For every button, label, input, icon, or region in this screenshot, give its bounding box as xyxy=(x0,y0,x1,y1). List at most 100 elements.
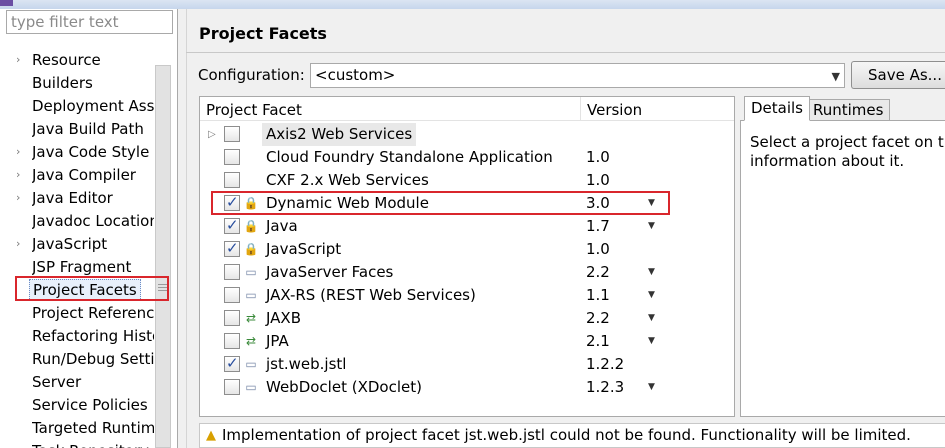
status-message: Implementation of project facet jst.web.… xyxy=(222,426,911,444)
facet-version: 1.0 xyxy=(586,171,610,189)
tree-item[interactable]: Java Editor xyxy=(32,187,154,209)
tree-item[interactable]: Java Compiler xyxy=(32,164,154,186)
tree-item[interactable]: Server xyxy=(32,371,154,393)
facet-version[interactable]: 2.2 xyxy=(586,307,610,330)
facet-row[interactable]: ⇄ JAXB 2.2 ▼ xyxy=(200,307,734,330)
facet-checkbox[interactable] xyxy=(224,333,240,349)
facet-checkbox[interactable] xyxy=(224,172,240,188)
filter-input[interactable] xyxy=(7,11,172,33)
tree-item[interactable]: Resource xyxy=(32,49,154,71)
facet-name: JavaServer Faces xyxy=(266,263,394,281)
tree-item[interactable]: Builders xyxy=(32,72,154,94)
expand-icon[interactable]: ▷ xyxy=(208,123,216,146)
configuration-combo[interactable]: <custom> ▼ xyxy=(310,63,845,88)
facet-row[interactable]: Cloud Foundry Standalone Application 1.0 xyxy=(200,146,734,169)
configuration-label: Configuration: xyxy=(198,66,305,84)
facet-checkbox[interactable] xyxy=(224,287,240,303)
details-text-line: information about it. xyxy=(750,152,905,170)
tree-item[interactable]: Targeted Runtimes xyxy=(32,417,154,439)
facet-row[interactable]: CXF 2.x Web Services 1.0 xyxy=(200,169,734,192)
facet-checkbox[interactable] xyxy=(224,126,240,142)
version-dropdown-icon[interactable]: ▼ xyxy=(648,261,655,284)
tree-item[interactable]: JSP Fragment xyxy=(32,256,154,278)
chevron-down-icon[interactable]: ▼ xyxy=(832,65,840,88)
facet-name: WebDoclet (XDoclet) xyxy=(266,378,422,396)
facet-name: JavaScript xyxy=(266,240,342,258)
column-header-version[interactable]: Version xyxy=(587,101,642,119)
facet-row[interactable]: ⇄ JPA 2.1 ▼ xyxy=(200,330,734,353)
version-dropdown-icon[interactable]: ▼ xyxy=(648,330,655,353)
tree-item[interactable]: Java Build Path xyxy=(32,118,154,140)
expand-arrow-icon[interactable]: › xyxy=(16,141,26,163)
facet-name: CXF 2.x Web Services xyxy=(266,171,429,189)
facet-row[interactable]: ▭ JavaServer Faces 2.2 ▼ xyxy=(200,261,734,284)
tree-scrollbar-thumb[interactable] xyxy=(155,65,171,448)
facet-name: JAX-RS (REST Web Services) xyxy=(266,286,476,304)
check-icon: ✓ xyxy=(226,239,239,257)
facet-checkbox[interactable]: ✓ xyxy=(224,216,240,234)
page-icon: ▭ xyxy=(245,288,257,302)
facet-version[interactable]: 2.1 xyxy=(586,330,610,353)
facet-version[interactable]: 1.1 xyxy=(586,284,610,307)
expand-arrow-icon[interactable]: › xyxy=(16,49,26,71)
tree-item[interactable]: Task Repository xyxy=(32,440,154,448)
page-icon: ▭ xyxy=(245,357,257,371)
facet-row[interactable]: ▷ Axis2 Web Services xyxy=(200,123,734,146)
tree-item[interactable]: Service Policies xyxy=(32,394,154,416)
facet-name: Axis2 Web Services xyxy=(262,123,417,146)
facet-checkbox[interactable] xyxy=(224,379,240,395)
tree-item[interactable]: Javadoc Location xyxy=(32,210,154,232)
facet-version: 1.0 xyxy=(586,148,610,166)
tree-item[interactable]: Refactoring History xyxy=(32,325,154,347)
filter-input-wrapper[interactable] xyxy=(6,10,173,34)
version-dropdown-icon[interactable]: ▼ xyxy=(648,307,655,330)
page-icon: ▭ xyxy=(245,380,257,394)
facets-table-header: Project Facet Version xyxy=(200,97,734,121)
facet-version[interactable]: 2.2 xyxy=(586,261,610,284)
expand-arrow-icon[interactable]: › xyxy=(16,164,26,186)
status-bar: ▲ Implementation of project facet jst.we… xyxy=(199,423,945,448)
tab-details[interactable]: Details xyxy=(744,96,811,121)
column-header-facet[interactable]: Project Facet xyxy=(206,101,302,119)
facet-version[interactable]: 1.2.3 xyxy=(586,376,624,399)
page-title: Project Facets xyxy=(199,24,327,43)
facet-checkbox[interactable]: ✓ xyxy=(224,354,240,372)
expand-arrow-icon[interactable]: › xyxy=(16,187,26,209)
facet-row[interactable]: ✓ ▭ jst.web.jstl 1.2.2 xyxy=(200,353,734,376)
configuration-value: <custom> xyxy=(315,66,396,84)
facet-lock-icon: 🔒 xyxy=(243,219,259,233)
highlight-box-tree xyxy=(15,276,169,301)
expand-arrow-icon[interactable]: › xyxy=(16,233,26,255)
tab-runtimes[interactable]: Runtimes xyxy=(806,99,891,121)
facet-checkbox[interactable] xyxy=(224,149,240,165)
version-dropdown-icon[interactable]: ▼ xyxy=(648,376,655,399)
check-icon: ✓ xyxy=(226,354,239,372)
details-text-line: Select a project facet on th xyxy=(750,133,945,151)
facet-row[interactable]: ▭ WebDoclet (XDoclet) 1.2.3 ▼ xyxy=(200,376,734,399)
title-divider xyxy=(186,52,945,53)
save-as-button[interactable]: Save As... xyxy=(851,61,945,89)
version-dropdown-icon[interactable]: ▼ xyxy=(648,284,655,307)
tree-item[interactable]: Run/Debug Settings xyxy=(32,348,154,370)
facet-name: JAXB xyxy=(266,309,301,327)
arrows-icon: ⇄ xyxy=(245,311,257,325)
version-dropdown-icon[interactable]: ▼ xyxy=(648,215,655,238)
facet-version[interactable]: 1.7 xyxy=(586,215,610,238)
highlight-box-row xyxy=(211,191,670,215)
facet-checkbox[interactable]: ✓ xyxy=(224,239,240,257)
facet-name: jst.web.jstl xyxy=(266,355,347,373)
warning-icon: ▲ xyxy=(206,428,216,443)
facet-checkbox[interactable] xyxy=(224,310,240,326)
facet-row[interactable]: ✓ 🔒 JavaScript 1.0 xyxy=(200,238,734,261)
facet-row[interactable]: ▭ JAX-RS (REST Web Services) 1.1 ▼ xyxy=(200,284,734,307)
facet-lock-icon: 🔒 xyxy=(243,242,259,256)
facet-version: 1.2.2 xyxy=(586,355,625,373)
facet-checkbox[interactable] xyxy=(224,264,240,280)
facet-row[interactable]: ✓ 🔒 Java 1.7 ▼ xyxy=(200,215,734,238)
tree-item[interactable]: JavaScript xyxy=(32,233,154,255)
tree-item[interactable]: Deployment Assembly xyxy=(32,95,154,117)
facet-name: Java xyxy=(266,217,298,235)
tree-item[interactable]: Project References xyxy=(32,302,154,324)
facet-name: JPA xyxy=(266,332,289,350)
tree-item[interactable]: Java Code Style xyxy=(32,141,154,163)
